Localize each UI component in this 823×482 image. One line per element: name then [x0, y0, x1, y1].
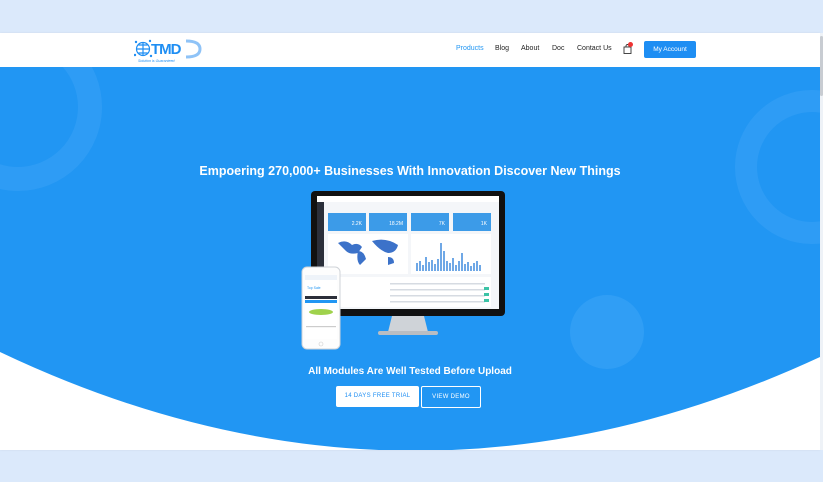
- hero-section: Empoering 270,000+ Businesses With Innov…: [0, 67, 820, 450]
- svg-text:Top Sale: Top Sale: [307, 286, 321, 290]
- hero-subtitle: All Modules Are Well Tested Before Uploa…: [308, 366, 512, 377]
- hero-title: Empoering 270,000+ Businesses With Innov…: [199, 164, 621, 178]
- svg-text:Solution is Guaranteed: Solution is Guaranteed: [138, 59, 176, 63]
- my-account-button[interactable]: My Account: [644, 41, 696, 58]
- company-logo[interactable]: TMD Solution is Guaranteed: [134, 37, 208, 63]
- svg-text:2.2K: 2.2K: [352, 221, 363, 227]
- site-header: TMD Solution is Guaranteed Products Blog…: [0, 33, 820, 67]
- nav-about[interactable]: About: [521, 45, 539, 52]
- nav-doc[interactable]: Doc: [552, 45, 564, 52]
- view-demo-button[interactable]: VIEW DEMO: [421, 386, 481, 408]
- nav-products[interactable]: Products: [456, 45, 484, 52]
- page: TMD Solution is Guaranteed Products Blog…: [0, 33, 820, 450]
- nav-blog[interactable]: Blog: [495, 45, 509, 52]
- svg-text:18.2M: 18.2M: [389, 221, 403, 227]
- svg-text:1K: 1K: [481, 221, 488, 227]
- cart-count-badge: [628, 42, 633, 47]
- dashboard-mockup-image: 2.2K 18.2M 7K 1K Top Sale: [301, 191, 505, 350]
- svg-text:7K: 7K: [439, 221, 446, 227]
- svg-text:TMD: TMD: [151, 41, 182, 58]
- free-trial-button[interactable]: 14 DAYS FREE TRIAL: [336, 386, 419, 407]
- nav-contact-us[interactable]: Contact Us: [577, 45, 612, 52]
